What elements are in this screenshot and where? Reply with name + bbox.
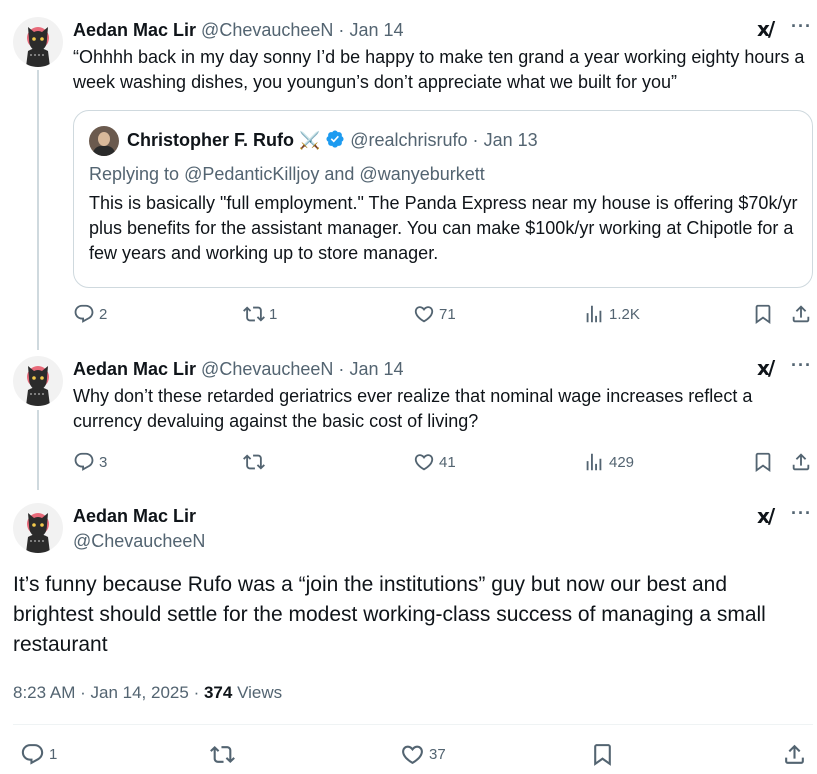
repost-count: 1 <box>269 305 278 323</box>
author-name[interactable]: Aedan Mac Lir <box>73 20 196 40</box>
share-button[interactable] <box>790 451 812 473</box>
repost-icon <box>243 303 265 325</box>
avatar[interactable] <box>13 356 63 406</box>
views-button[interactable]: 1.2K <box>583 303 640 325</box>
tweet-header: Aedan Mac Lir @ChevaucheeN · Jan 14 <box>73 19 403 41</box>
like-button[interactable]: 41 <box>413 451 456 473</box>
thread-connector-line <box>37 70 39 350</box>
replying-to-prefix: Replying to <box>89 164 185 184</box>
tweet-date[interactable]: Jan 14, 2025 <box>91 683 189 702</box>
like-count: 71 <box>439 305 456 323</box>
reply-icon <box>20 742 45 767</box>
repost-button[interactable]: 1 <box>243 303 277 325</box>
quoted-avatar-body <box>93 146 115 156</box>
quoted-author-emoji: ⚔️ <box>299 131 321 150</box>
repost-button[interactable] <box>210 742 235 767</box>
like-count: 41 <box>439 453 456 471</box>
reply-count: 3 <box>99 453 108 471</box>
thread-connector-line <box>37 410 39 490</box>
replying-to-handles: @PedanticKilljoy and @wanyeburkett <box>184 164 485 184</box>
bookmark-button[interactable] <box>590 742 615 767</box>
separator: · <box>80 683 86 702</box>
repost-icon <box>210 742 235 767</box>
main-tweet-text: It’s funny because Rufo was a “join the … <box>13 573 766 656</box>
author-name[interactable]: Aedan Mac Lir <box>73 505 196 527</box>
views-button[interactable]: 429 <box>583 451 634 473</box>
like-count: 37 <box>429 746 446 763</box>
tweet-text: “Ohhhh back in my day sonny I’d be happy… <box>73 47 805 92</box>
views-count: 1.2K <box>609 305 640 323</box>
tweet-meta: 8:23 AM · Jan 14, 2025 · 374 Views <box>13 682 282 704</box>
heart-icon <box>413 303 435 325</box>
quoted-author-handle: @realchrisrufo <box>350 130 468 150</box>
heart-icon <box>413 451 435 473</box>
more-icon[interactable]: ··· <box>791 355 812 376</box>
reply-count: 2 <box>99 305 108 323</box>
repost-button[interactable] <box>243 451 269 473</box>
views-label[interactable]: Views <box>237 683 282 702</box>
author-handle[interactable]: @ChevaucheeN <box>73 530 205 552</box>
bookmark-icon <box>590 742 615 767</box>
views-icon <box>583 303 605 325</box>
reply-button[interactable]: 3 <box>73 451 107 473</box>
tweet-date[interactable]: Jan 14 <box>349 20 403 40</box>
quoted-header: Christopher F. Rufo ⚔️ @realchrisrufo · … <box>127 129 538 154</box>
avatar-image <box>13 17 63 67</box>
divider <box>13 724 813 725</box>
separator: · <box>338 20 345 40</box>
repost-icon <box>243 451 265 473</box>
quoted-author-name: Christopher F. Rufo <box>127 130 294 150</box>
share-icon <box>790 451 812 473</box>
author-name[interactable]: Aedan Mac Lir <box>73 359 196 379</box>
quoted-tweet[interactable]: Christopher F. Rufo ⚔️ @realchrisrufo · … <box>73 110 813 288</box>
quoted-tweet-text: This is basically "full employment." The… <box>89 193 798 263</box>
share-icon <box>790 303 812 325</box>
verified-badge-icon <box>325 129 345 154</box>
tweet-time[interactable]: 8:23 AM <box>13 683 75 702</box>
bookmark-button[interactable] <box>752 451 774 473</box>
like-button[interactable]: 37 <box>400 742 446 767</box>
share-icon <box>782 742 807 767</box>
avatar[interactable] <box>13 503 63 553</box>
share-button[interactable] <box>782 742 807 767</box>
reply-icon <box>73 451 95 473</box>
avatar-image <box>13 503 63 553</box>
more-icon[interactable]: ··· <box>791 16 812 37</box>
tweet-date[interactable]: Jan 14 <box>349 359 403 379</box>
quoted-tweet-date: Jan 13 <box>483 130 538 150</box>
separator: · <box>193 683 200 702</box>
heart-icon <box>400 742 425 767</box>
bookmark-icon <box>752 303 774 325</box>
views-icon <box>583 451 605 473</box>
share-button[interactable] <box>790 303 812 325</box>
grok-icon[interactable]: x/ <box>757 356 775 380</box>
like-button[interactable]: 71 <box>413 303 456 325</box>
reply-icon <box>73 303 95 325</box>
tweet-text: Why don’t these retarded geriatrics ever… <box>73 386 753 431</box>
avatar[interactable] <box>13 17 63 67</box>
separator: · <box>472 130 479 150</box>
grok-icon[interactable]: x/ <box>757 17 775 41</box>
avatar-image <box>13 356 63 406</box>
views-count: 429 <box>609 453 635 471</box>
author-handle[interactable]: @ChevaucheeN <box>201 359 333 379</box>
more-icon[interactable]: ··· <box>791 503 812 524</box>
bookmark-icon <box>752 451 774 473</box>
views-count[interactable]: 374 <box>204 683 232 702</box>
reply-button[interactable]: 2 <box>73 303 107 325</box>
reply-button[interactable]: 1 <box>20 742 57 767</box>
quoted-avatar[interactable] <box>89 126 119 156</box>
grok-icon[interactable]: x/ <box>757 504 775 528</box>
bookmark-button[interactable] <box>752 303 774 325</box>
replying-to: Replying to @PedanticKilljoy and @wanyeb… <box>89 163 485 185</box>
quoted-avatar-face <box>98 132 110 146</box>
author-handle[interactable]: @ChevaucheeN <box>201 20 333 40</box>
tweet-header: Aedan Mac Lir @ChevaucheeN · Jan 14 <box>73 358 403 380</box>
separator: · <box>338 359 345 379</box>
reply-count: 1 <box>49 746 58 763</box>
